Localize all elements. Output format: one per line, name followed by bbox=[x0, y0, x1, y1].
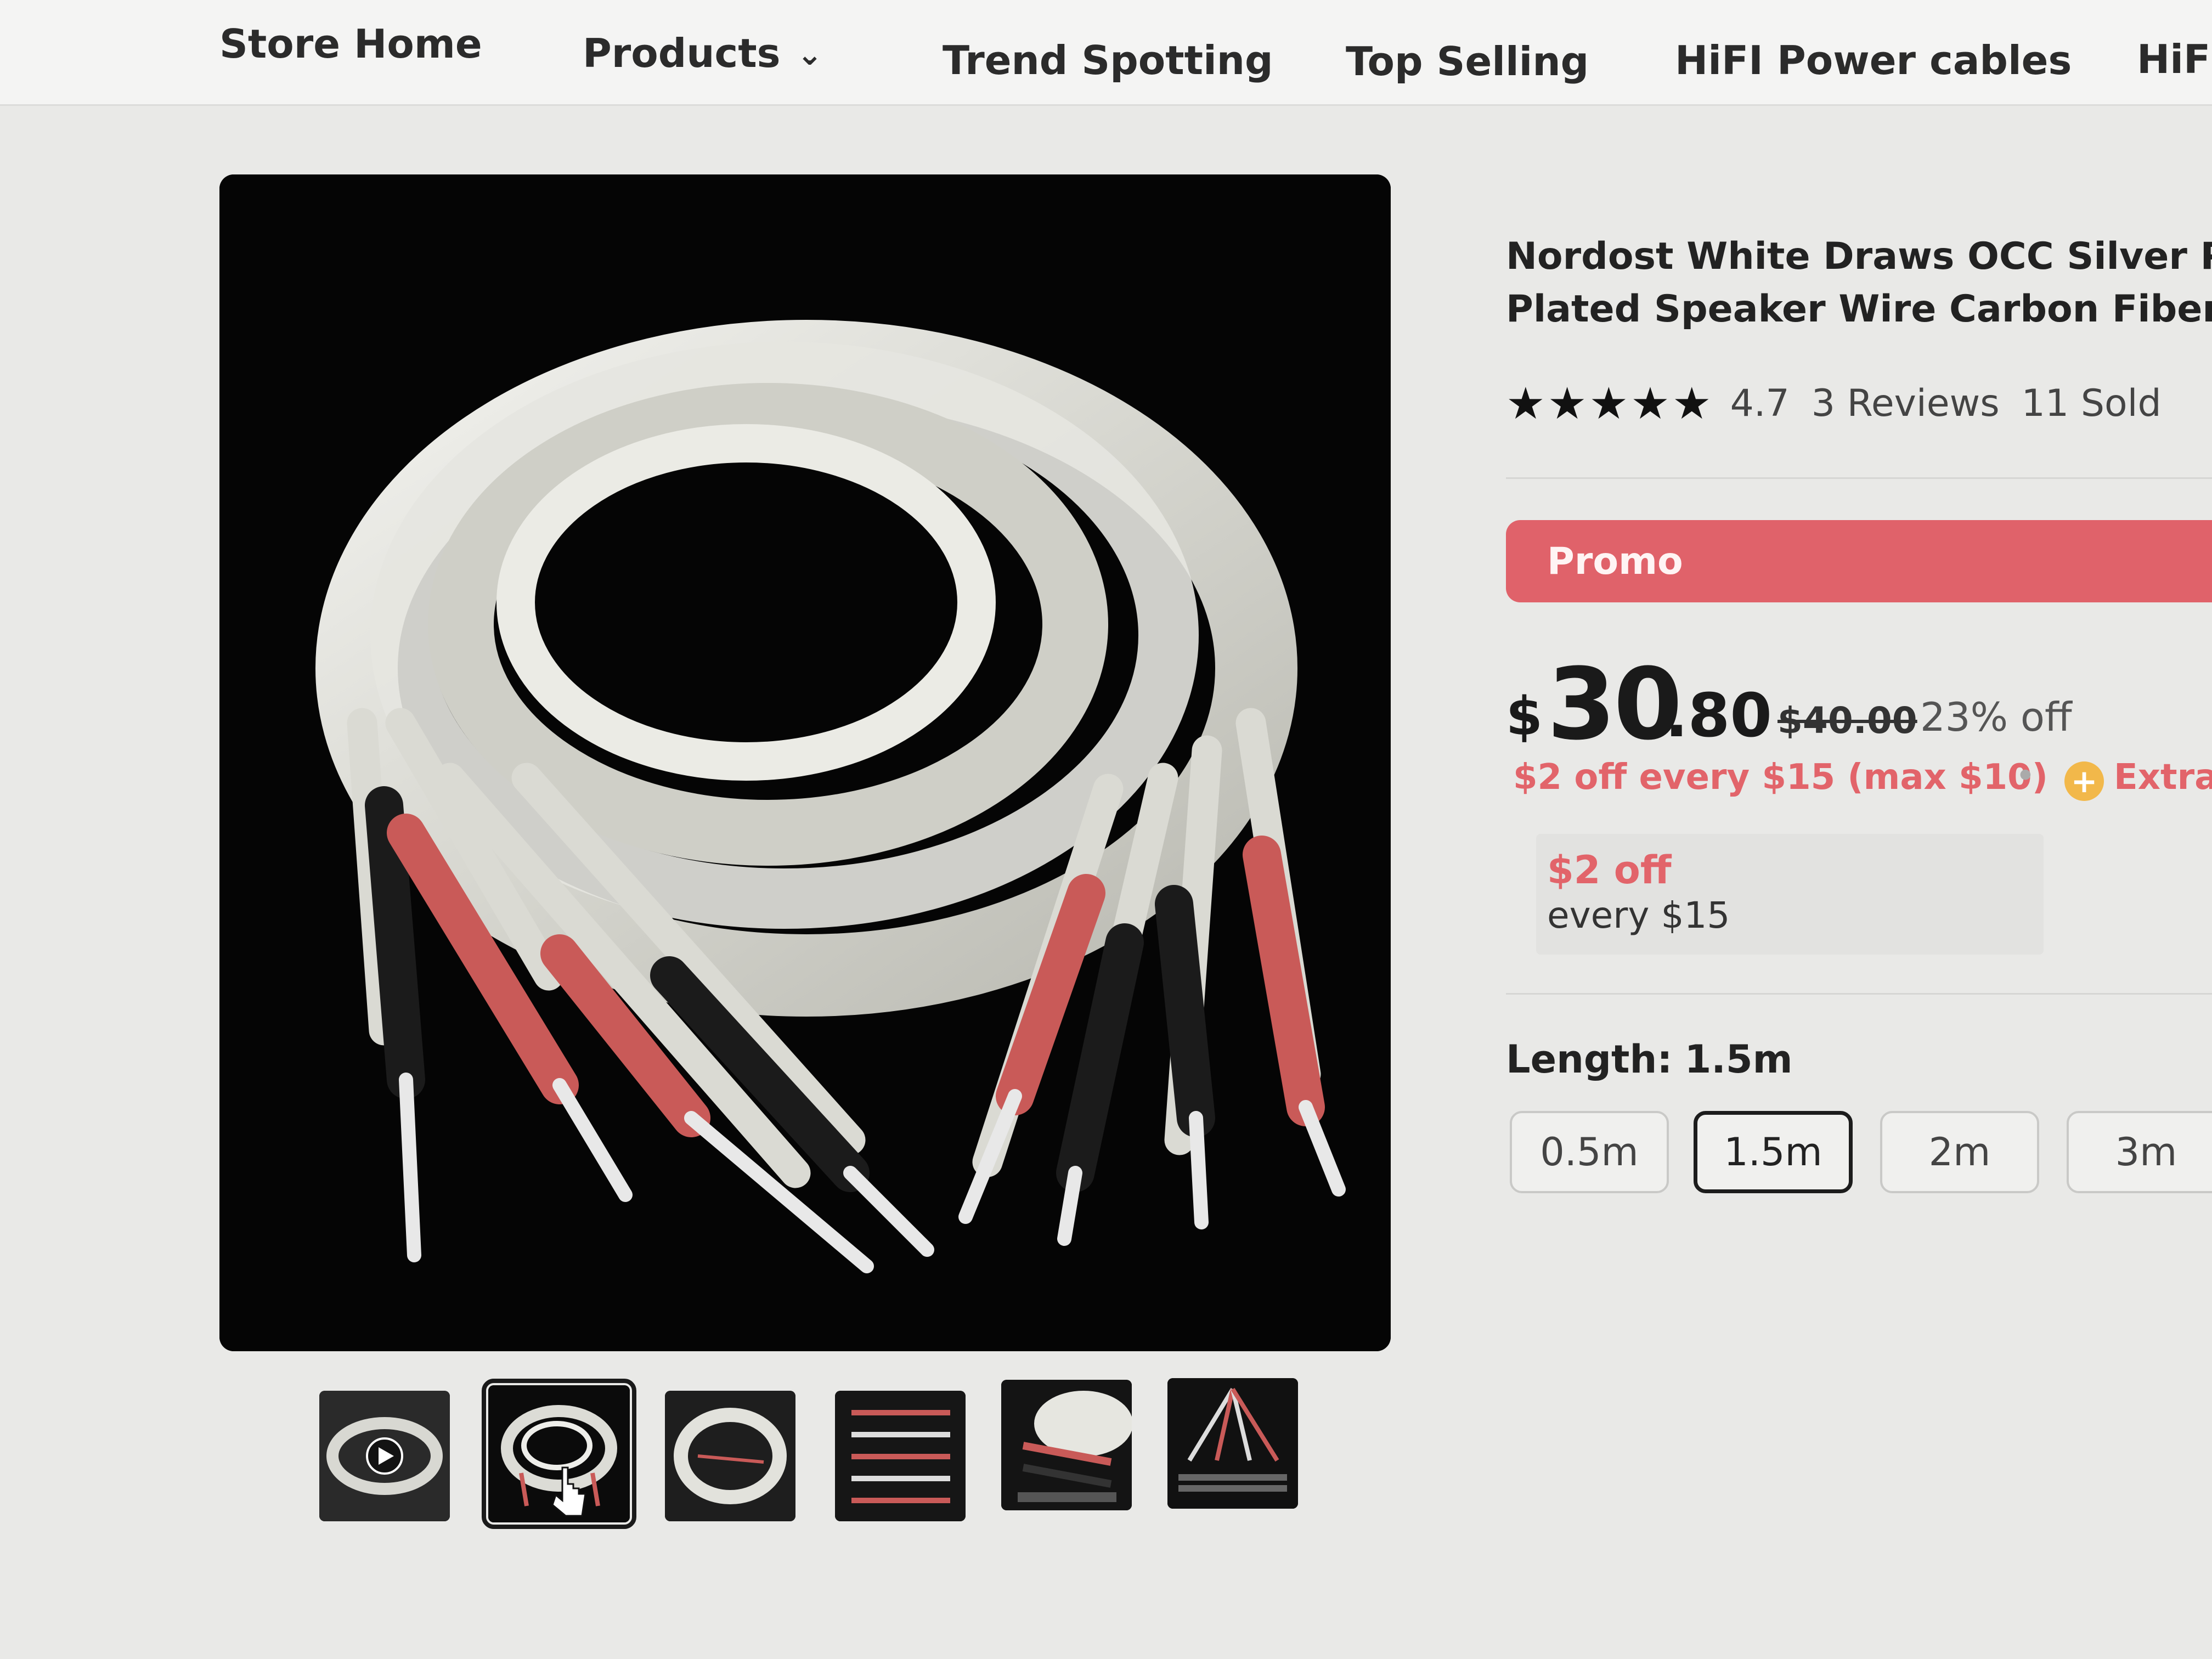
nav-hifi-power-cables[interactable]: HiFI Power cables bbox=[1675, 37, 2072, 83]
discount-percent: 23% off bbox=[1920, 694, 2072, 740]
thumbnail-3[interactable] bbox=[665, 1391, 795, 1521]
promo-banner: Promo bbox=[1506, 520, 2212, 602]
product-title: Nordost White Draws OCC Silver Plat Plat… bbox=[1506, 230, 2212, 336]
thumbnail-2-image bbox=[488, 1385, 630, 1522]
deal-separator: • bbox=[2015, 756, 2036, 797]
length-option-3m[interactable]: 3m bbox=[2067, 1111, 2212, 1193]
product-title-line-1: Nordost White Draws OCC Silver Plat bbox=[1506, 235, 2212, 278]
thumbnail-5-image bbox=[1001, 1380, 1132, 1510]
thumbnail-3-image bbox=[665, 1391, 795, 1521]
thumbnail-4-image bbox=[835, 1391, 966, 1521]
thumbnail-5[interactable] bbox=[1001, 1380, 1132, 1510]
nav-trend-spotting[interactable]: Trend Spotting bbox=[943, 37, 1273, 83]
thumbnail-2-selected[interactable] bbox=[482, 1379, 636, 1529]
chevron-down-icon: ⌄ bbox=[797, 37, 823, 72]
length-option-2m[interactable]: 2m bbox=[1880, 1111, 2039, 1193]
sold-count: 11 Sold bbox=[2021, 381, 2162, 425]
nav-hifi[interactable]: HiFi bbox=[2137, 36, 2212, 82]
main-product-image[interactable] bbox=[219, 174, 1391, 1351]
divider bbox=[1506, 477, 2212, 479]
thumbnail-video[interactable] bbox=[319, 1391, 450, 1521]
thumbnail-6[interactable] bbox=[1167, 1378, 1298, 1509]
price-integer: 30 bbox=[1547, 647, 1682, 762]
star-rating-icon: ★★★★★ bbox=[1506, 377, 1714, 429]
length-label: Length: bbox=[1506, 1037, 1673, 1082]
coupon-card[interactable]: $2 off every $15 bbox=[1536, 834, 2044, 955]
thumbnail-1-image bbox=[319, 1391, 450, 1521]
price-currency: $ bbox=[1506, 686, 1543, 747]
price-decimal: .80 bbox=[1665, 680, 1772, 751]
nav-store-home[interactable]: Store Home bbox=[219, 21, 482, 67]
coupon-amount: $2 off bbox=[1547, 848, 1672, 893]
length-option-1-5m[interactable]: 1.5m bbox=[1694, 1111, 1853, 1193]
rating-value: 4.7 bbox=[1730, 381, 1790, 425]
divider bbox=[1506, 993, 2212, 995]
nav-products[interactable]: Products ⌄ bbox=[583, 30, 822, 76]
extra-deal-label[interactable]: Extra bbox=[2114, 757, 2212, 798]
thumbnail-6-image bbox=[1167, 1378, 1298, 1509]
store-nav-bar: Store Home Products ⌄ Trend Spotting Top … bbox=[0, 0, 2212, 106]
reviews-link[interactable]: 3 Reviews bbox=[1812, 382, 2000, 425]
promo-label: Promo bbox=[1547, 540, 1683, 583]
deals-row: $2 off every $15 (max $10) • + Extra bbox=[1513, 756, 2212, 801]
original-price: $40.00 bbox=[1778, 699, 1917, 742]
product-title-line-2: Plated Speaker Wire Carbon Fiber Ba bbox=[1506, 287, 2212, 331]
thumbnail-4[interactable] bbox=[835, 1391, 966, 1521]
rating-row: ★★★★★ 4.7 3 Reviews 11 Sold bbox=[1506, 377, 2162, 429]
nav-top-selling[interactable]: Top Selling bbox=[1346, 38, 1589, 84]
length-option-0-5m[interactable]: 0.5m bbox=[1510, 1111, 1669, 1193]
store-deal-text[interactable]: $2 off every $15 (max $10) bbox=[1513, 757, 2048, 798]
coupon-condition: every $15 bbox=[1547, 894, 1730, 936]
speaker-cable-photo bbox=[219, 174, 1391, 1351]
length-label-row: Length: 1.5m bbox=[1506, 1037, 1793, 1082]
length-selected-value: 1.5m bbox=[1684, 1037, 1793, 1082]
nav-products-label: Products bbox=[583, 30, 781, 76]
plus-coin-icon: + bbox=[2064, 761, 2104, 801]
